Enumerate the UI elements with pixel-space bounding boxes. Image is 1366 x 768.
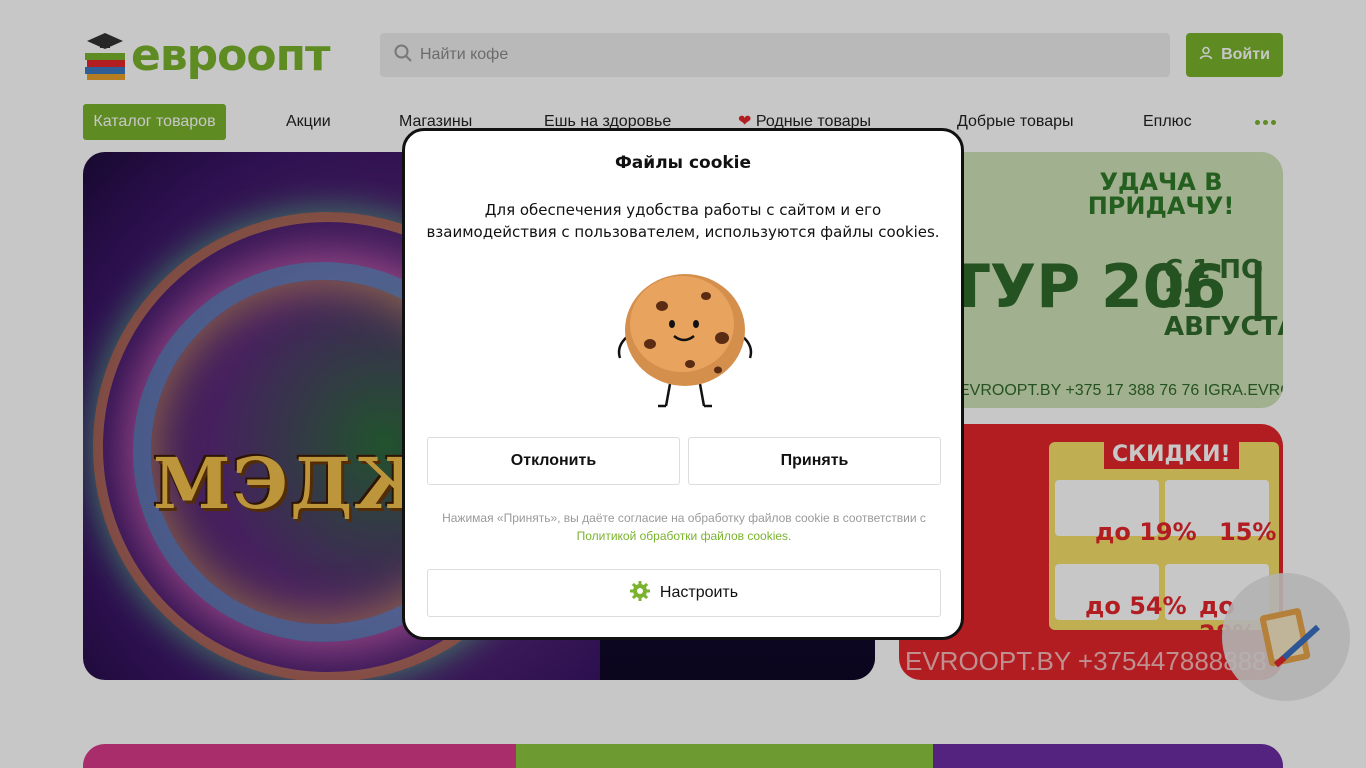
gear-icon	[629, 580, 650, 606]
consent-note: Нажимая «Принять», вы даёте согласие на …	[427, 509, 941, 545]
modal-title: Файлы cookie	[614, 153, 752, 173]
settings-button[interactable]: Настроить	[427, 569, 941, 617]
accept-button[interactable]: Принять	[688, 437, 941, 485]
cookie-mascot-icon	[610, 266, 760, 411]
consent-note-text: Нажимая «Принять», вы даёте согласие на …	[442, 511, 926, 525]
cookie-modal: Файлы cookie Для обеспечения удобства ра…	[402, 128, 964, 640]
decline-button[interactable]: Отклонить	[427, 437, 680, 485]
cookie-policy-link[interactable]: Политикой обработки файлов cookies.	[577, 529, 792, 543]
modal-text: Для обеспечения удобства работы с сайтом…	[426, 201, 940, 241]
settings-label: Настроить	[659, 584, 739, 601]
